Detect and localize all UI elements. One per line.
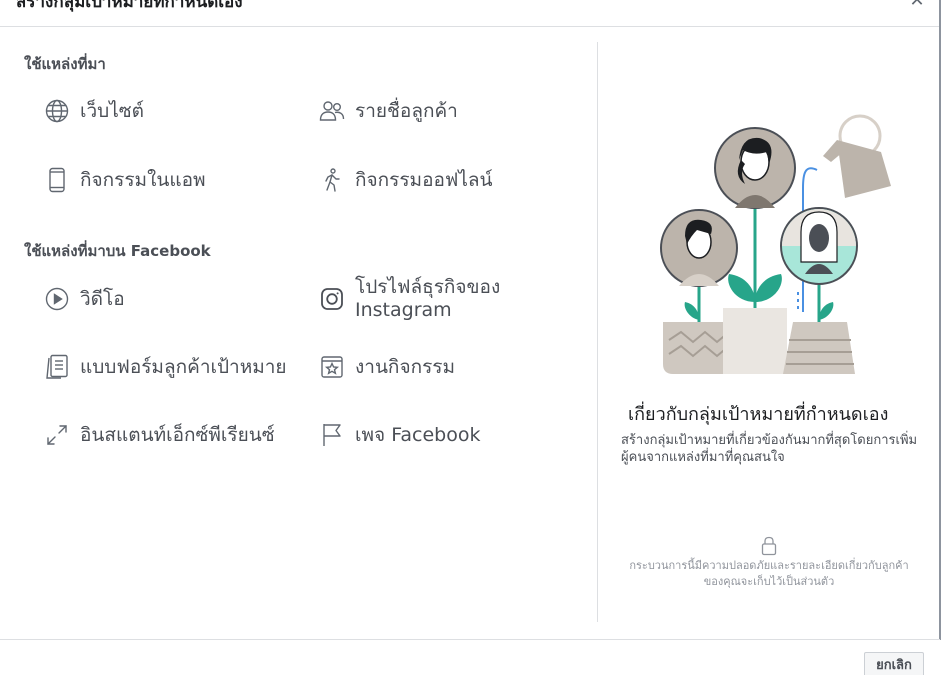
watering-can-icon xyxy=(823,114,891,198)
source-item-instant-experience[interactable]: อินสแตนท์เอ็กซ์พีเรียนซ์ xyxy=(44,422,275,448)
instagram-icon xyxy=(319,286,345,312)
source-item-event[interactable]: งานกิจกรรม xyxy=(319,354,455,380)
close-icon[interactable]: ✕ xyxy=(908,0,926,10)
source-item-website[interactable]: เว็บไซต์ xyxy=(44,98,144,124)
source-item-label: วิดีโอ xyxy=(80,287,125,310)
panel-divider xyxy=(597,42,598,622)
source-item-label: งานกิจกรรม xyxy=(355,355,456,378)
source-item-label: เพจ Facebook xyxy=(355,423,481,446)
event-star-icon xyxy=(319,354,345,380)
phone-icon xyxy=(44,167,70,193)
section-title-sources: ใช้แหล่งที่มา xyxy=(24,55,106,73)
source-item-label: แบบฟอร์มลูกค้าเป้าหมาย xyxy=(80,355,287,378)
dialog-header: สร้างกลุ่มเป้าหมายที่กำหนดเอง ✕ xyxy=(0,0,940,27)
person-avatar-right xyxy=(780,207,858,285)
source-item-label: กิจกรรมออฟไลน์ xyxy=(355,168,493,191)
privacy-note: กระบวนการนี้มีความปลอดภัยและรายละเอียดเก… xyxy=(629,559,909,588)
person-avatar-left xyxy=(660,209,738,287)
flag-icon xyxy=(319,422,345,448)
source-item-customer-list[interactable]: รายชื่อลูกค้า xyxy=(319,98,458,124)
custom-audience-illustration xyxy=(660,114,891,374)
source-item-app-activity[interactable]: กิจกรรมในแอพ xyxy=(44,167,206,193)
window-edge xyxy=(939,0,941,640)
walking-person-icon xyxy=(319,167,345,193)
source-item-label: โปรไฟล์ธุรกิจของ Instagram xyxy=(355,276,501,321)
source-item-facebook-page[interactable]: เพจ Facebook xyxy=(319,422,480,448)
section-title-facebook-sources: ใช้แหล่งที่มาบน Facebook xyxy=(24,242,211,260)
play-icon xyxy=(44,286,70,312)
source-item-label: เว็บไซต์ xyxy=(80,99,145,122)
info-panel-description: สร้างกลุ่มเป้าหมายที่เกี่ยวข้องกันมากที่… xyxy=(621,433,918,465)
cancel-button[interactable]: ยกเลิก xyxy=(864,652,924,675)
globe-icon xyxy=(44,98,70,124)
info-panel-title: เกี่ยวกับกลุ่มเป้าหมายที่กำหนดเอง xyxy=(628,404,889,425)
source-item-lead-form[interactable]: แบบฟอร์มลูกค้าเป้าหมาย xyxy=(44,354,287,380)
dialog-footer xyxy=(0,639,940,675)
dialog-title: สร้างกลุ่มเป้าหมายที่กำหนดเอง xyxy=(16,0,243,12)
source-item-video[interactable]: วิดีโอ xyxy=(44,286,125,312)
expand-icon xyxy=(44,422,70,448)
source-item-label: รายชื่อลูกค้า xyxy=(355,99,458,122)
source-item-label: อินสแตนท์เอ็กซ์พีเรียนซ์ xyxy=(80,423,275,446)
person-avatar-center xyxy=(714,127,796,209)
form-icon xyxy=(44,354,70,380)
source-item-label: กิจกรรมในแอพ xyxy=(80,168,206,191)
create-custom-audience-dialog: สร้างกลุ่มเป้าหมายที่กำหนดเอง ✕ ใช้แหล่ง… xyxy=(0,0,942,675)
lock-icon xyxy=(761,536,777,556)
source-item-offline-activity[interactable]: กิจกรรมออฟไลน์ xyxy=(319,167,493,193)
source-item-instagram-profile[interactable]: โปรไฟล์ธุรกิจของ Instagram xyxy=(319,276,519,322)
people-icon xyxy=(319,98,345,124)
